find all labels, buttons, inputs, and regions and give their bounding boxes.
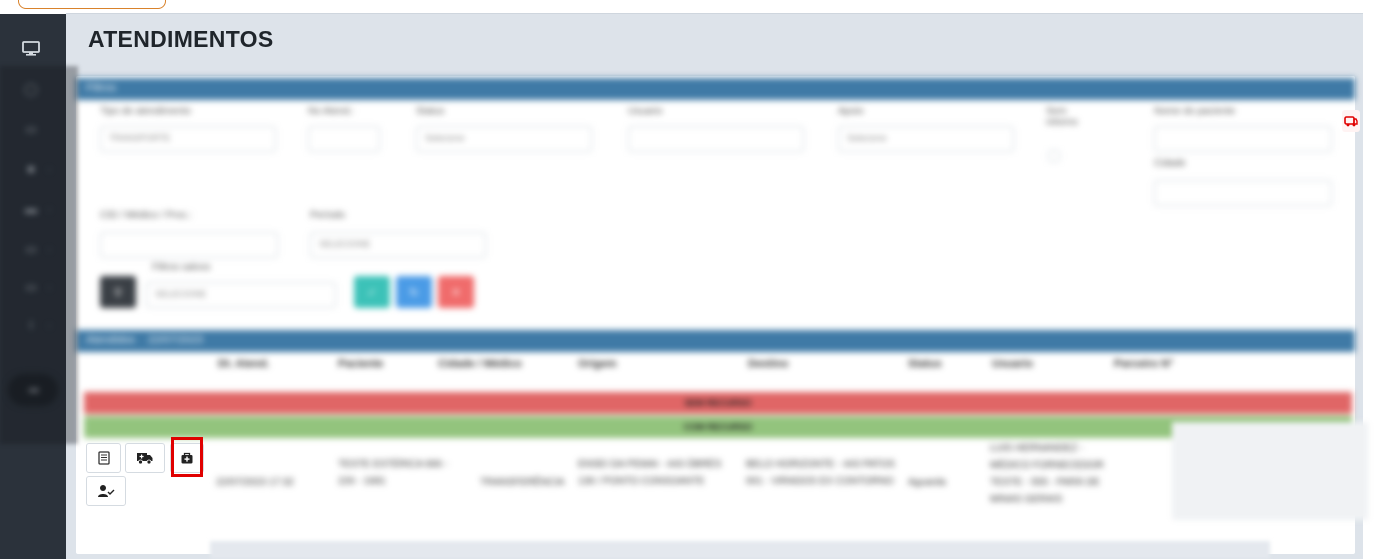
col-dt-atend[interactable]: Dt. Atend.: [218, 358, 270, 370]
row-paciente: TESTE ESTÉRICA 666 - 226 - 1681: [338, 459, 449, 487]
periodo-select[interactable]: SELECIONE: [310, 232, 486, 258]
table-header: Atendidos 22/07/2023: [76, 330, 1355, 352]
sem-retorno-label: Sem retorno: [1046, 106, 1078, 128]
tipo-atendimento-select[interactable]: TRANSPORTE: [100, 126, 276, 152]
usuario-input[interactable]: [628, 126, 804, 152]
cid-input[interactable]: [100, 232, 278, 258]
ambulance-icon: [136, 451, 154, 465]
sem-recurso-bar: SEM RECURSO: [84, 392, 1352, 414]
refresh-button[interactable]: ↻: [396, 276, 432, 308]
col-origem[interactable]: Origem: [578, 358, 617, 370]
col-cidade-medico[interactable]: Cidade / Médico: [438, 358, 522, 370]
apoio-label: Apoio: [838, 106, 864, 117]
table-header-date: 22/07/2023: [148, 334, 204, 346]
save-filter-button[interactable]: ✓: [354, 276, 390, 308]
notepad-button[interactable]: [86, 443, 121, 473]
sem-retorno-checkbox[interactable]: [1048, 150, 1060, 162]
periodo-label: Período: [310, 210, 346, 221]
nome-paciente-input[interactable]: [1154, 126, 1332, 152]
col-paciente[interactable]: Paciente: [338, 358, 383, 370]
col-status[interactable]: Status: [908, 358, 942, 370]
no-atend-input[interactable]: [308, 126, 380, 152]
com-recurso-bar: COM RECURSO: [84, 416, 1352, 438]
status-select[interactable]: Selecione: [416, 126, 592, 152]
page-title: ATENDIMENTOS: [88, 26, 274, 52]
ambulance-button[interactable]: [125, 443, 165, 473]
top-strip: [0, 0, 1389, 14]
filtros-salvos-label: Filtros salvos: [152, 262, 211, 273]
row-usuario: LUIS HERNANDEZ - MÉDICO FORNECEDOR TESTE…: [990, 443, 1104, 505]
ambulance-alert-icon[interactable]: [1342, 110, 1360, 132]
no-atend-label: No Atend.:: [308, 106, 355, 117]
tipo-atendimento-label: Tipo de atendimento: [100, 106, 191, 117]
delete-button[interactable]: ✕: [438, 276, 474, 308]
search-button[interactable]: ⚲: [100, 276, 136, 308]
filtros-salvos-select[interactable]: SELECIONE: [146, 282, 336, 308]
col-usuario[interactable]: Usuario: [992, 358, 1033, 370]
status-label: Status: [416, 106, 445, 117]
monitor-icon[interactable]: [20, 40, 42, 58]
col-destino[interactable]: Destino: [748, 358, 788, 370]
row-tipo: TRANSFERÊNCIA: [480, 477, 565, 488]
row-status: Aguarda: [908, 477, 946, 488]
content-card: Filtros Tipo de atendimento TRANSPORTE N…: [76, 76, 1360, 554]
top-tab[interactable]: [18, 0, 166, 9]
row-destino: BELO HORIZONTE - 443 PATOS 001 - VIRADOS…: [746, 459, 895, 487]
usuario-label: Usuario: [628, 106, 663, 117]
right-blur-region: [1172, 422, 1368, 520]
cid-label: CID / Médico / Proc.:: [100, 210, 193, 221]
apoio-select[interactable]: Selecione: [838, 126, 1014, 152]
row-origem: ENSEI DA PEMAI - 443 ÓBRÉS 136 / PONTO C…: [578, 459, 722, 487]
sidebar-shadow: [0, 66, 78, 444]
table-header-label: Atendidos: [86, 334, 135, 346]
cidade-label: Cidade: [1154, 158, 1186, 169]
nome-paciente-label: Nome do paciente: [1154, 106, 1236, 117]
row-date: 22/07/2023 17:32: [216, 477, 294, 488]
cidade-input[interactable]: [1154, 180, 1332, 206]
filters-header[interactable]: Filtros: [76, 78, 1355, 100]
selection-highlight: [171, 437, 203, 477]
col-parceiro[interactable]: Parceiro N°: [1114, 358, 1173, 370]
user-check-button[interactable]: [86, 476, 126, 506]
user-check-icon: [97, 484, 115, 498]
main-content: ATENDIMENTOS Filtros Tipo de atendimento…: [66, 14, 1363, 559]
bottom-strip: [210, 541, 1270, 559]
notepad-icon: [97, 451, 111, 465]
